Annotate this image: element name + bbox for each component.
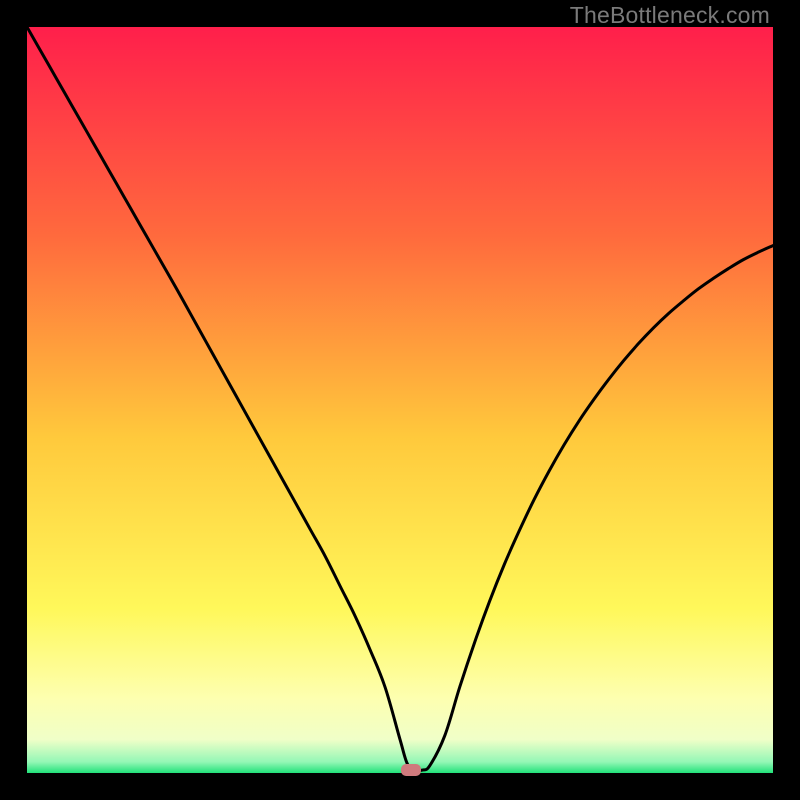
watermark-text: TheBottleneck.com (570, 2, 770, 29)
optimal-point-marker (401, 764, 421, 776)
chart-frame (27, 27, 773, 773)
chart-background (27, 27, 773, 773)
bottleneck-chart (27, 27, 773, 773)
